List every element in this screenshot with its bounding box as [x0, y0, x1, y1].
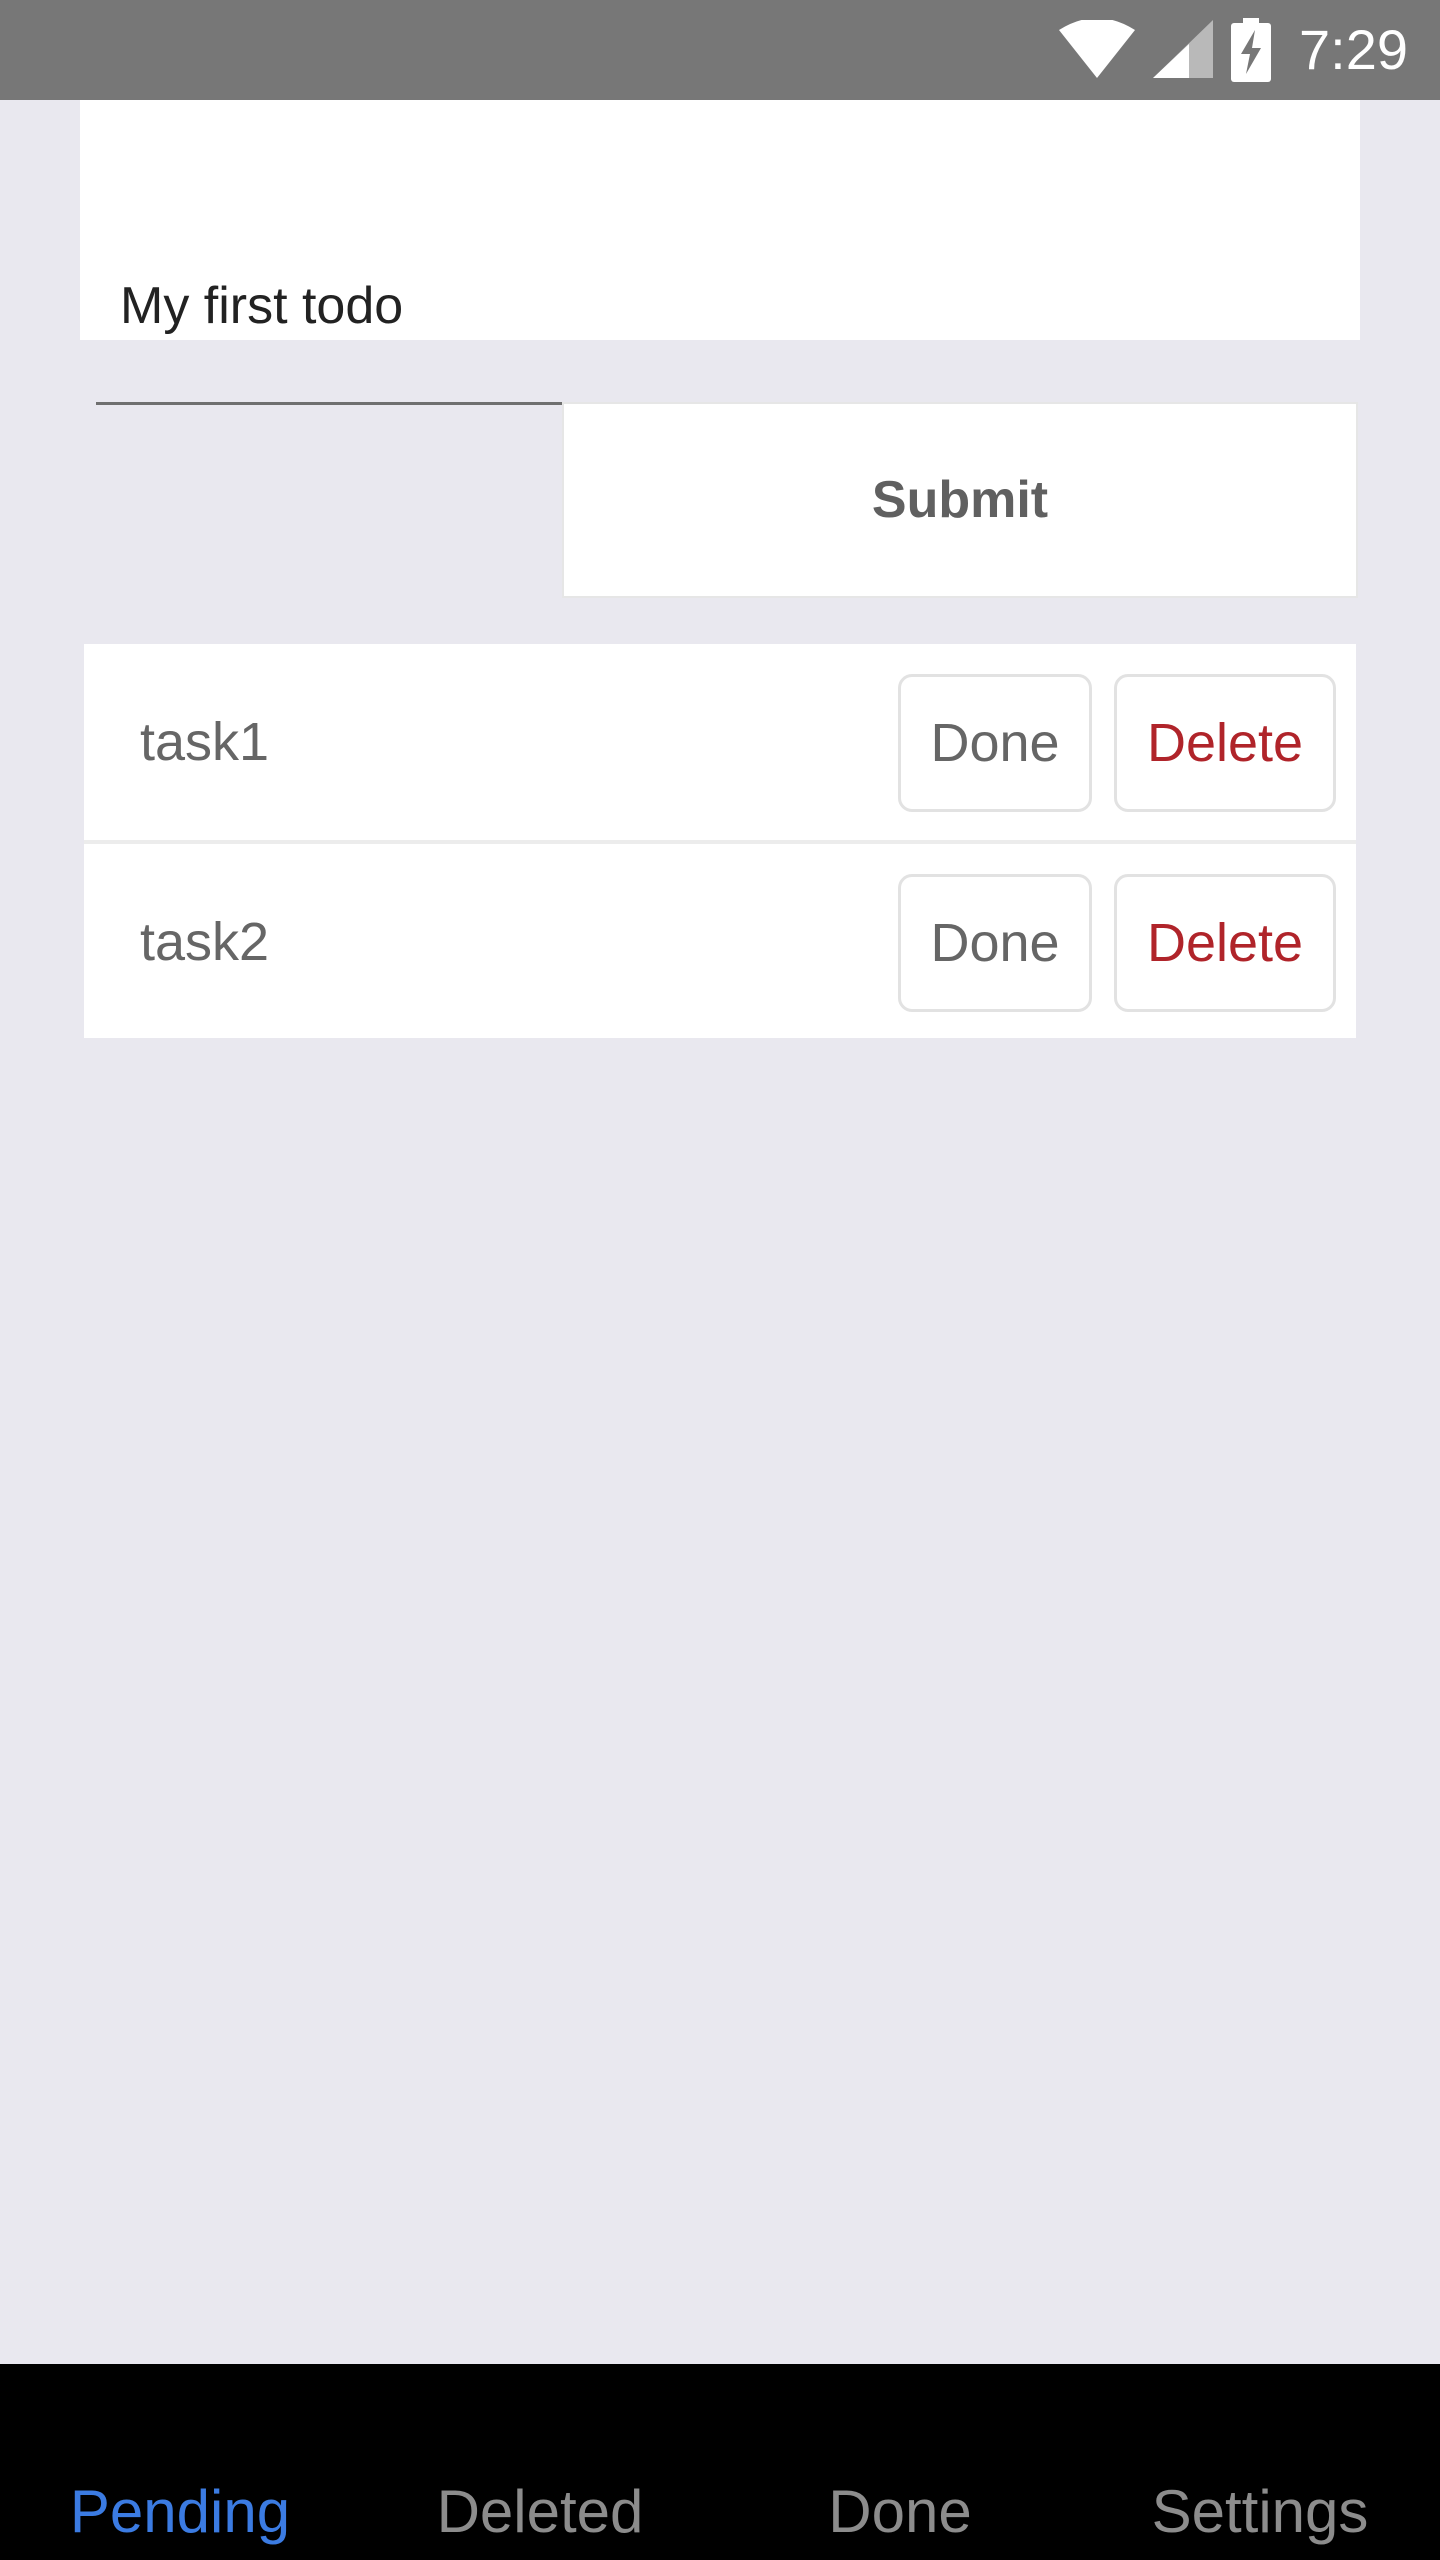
task-label: task1	[140, 712, 270, 772]
task-row: task2 Done Delete	[84, 840, 1356, 1038]
tab-settings[interactable]: Settings	[1080, 2364, 1440, 2560]
task-list: task1 Done Delete task2 Done Delete	[84, 644, 1356, 1038]
done-button[interactable]: Done	[898, 874, 1092, 1012]
tab-done[interactable]: Done	[720, 2364, 1080, 2560]
delete-button[interactable]: Delete	[1114, 674, 1336, 812]
task-row: task1 Done Delete	[84, 644, 1356, 840]
status-bar: 7:29	[0, 0, 1440, 100]
status-icons: 7:29	[1059, 0, 1408, 100]
todo-input-value[interactable]: My first todo	[120, 280, 403, 332]
bottom-tab-bar: Pending Deleted Done Settings	[0, 2364, 1440, 2560]
signal-icon	[1153, 20, 1213, 80]
tab-pending[interactable]: Pending	[0, 2364, 360, 2560]
battery-charging-icon	[1231, 18, 1271, 82]
todo-input-card: My first todo	[80, 100, 1360, 405]
task-label: task2	[140, 912, 270, 972]
tab-deleted[interactable]: Deleted	[360, 2364, 720, 2560]
wifi-icon	[1059, 20, 1135, 80]
app-screen: 7:29 My first todo Submit task1 Done Del…	[0, 0, 1440, 2560]
status-time: 7:29	[1299, 18, 1408, 81]
done-button[interactable]: Done	[898, 674, 1092, 812]
delete-button[interactable]: Delete	[1114, 874, 1336, 1012]
submit-button[interactable]: Submit	[562, 402, 1358, 598]
